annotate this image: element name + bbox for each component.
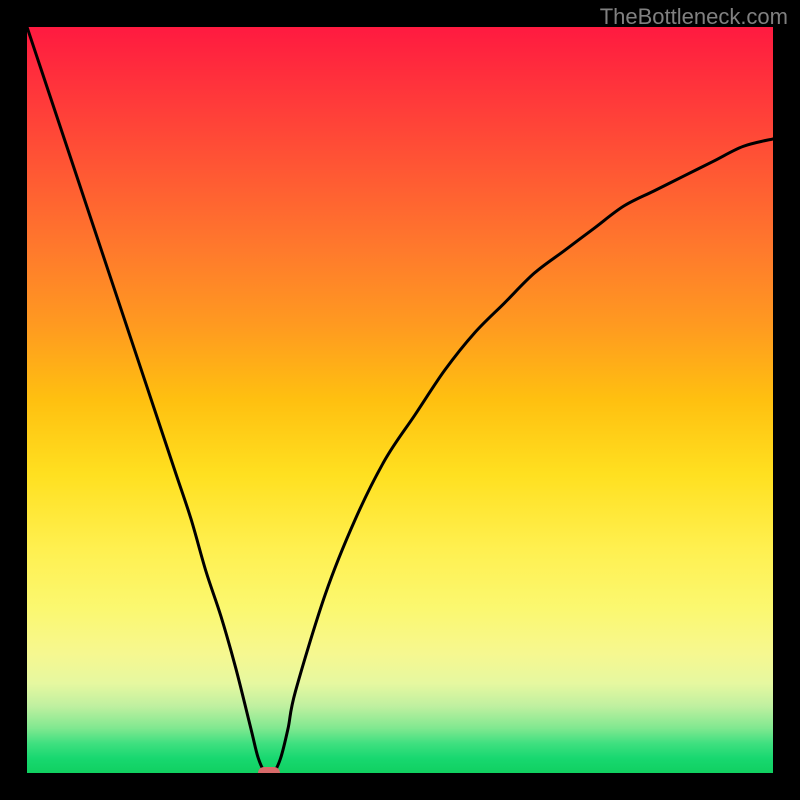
plot-area — [27, 27, 773, 773]
watermark-text: TheBottleneck.com — [600, 4, 788, 30]
bottleneck-curve — [27, 27, 773, 773]
minimum-marker — [258, 767, 280, 773]
